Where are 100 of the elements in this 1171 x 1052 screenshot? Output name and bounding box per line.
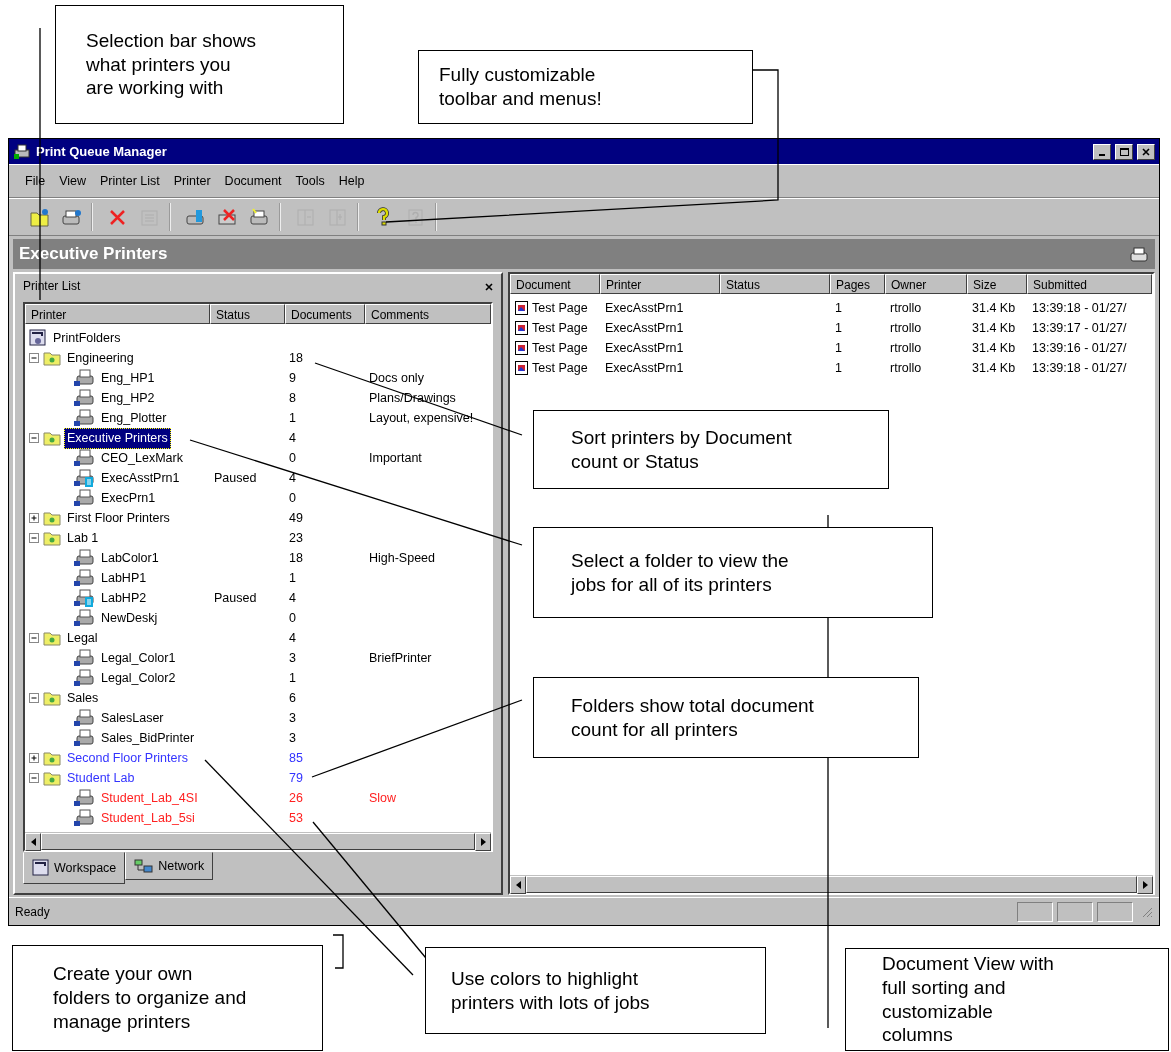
table-cell-text: Test Page [532, 299, 588, 317]
column-header[interactable]: Document [510, 274, 600, 294]
document-count: 85 [289, 751, 303, 765]
column-header[interactable]: Owner [885, 274, 967, 294]
collapse-icon[interactable] [29, 772, 40, 784]
delete-icon [107, 207, 127, 227]
column-header[interactable]: Pages [830, 274, 885, 294]
resize-grip-icon[interactable] [1141, 905, 1153, 918]
document-count: 53 [289, 811, 303, 825]
menu-item[interactable]: Tools [289, 169, 331, 193]
document-icon [515, 301, 528, 315]
callout: Select a folder to view the jobs for all of its printers [533, 527, 933, 618]
menu-item[interactable]: Help [332, 169, 371, 193]
tree-item[interactable]: Legal_Color1 [98, 648, 179, 669]
collapse-icon[interactable] [29, 352, 40, 364]
table-cell-text: 1 [835, 299, 842, 317]
comment-text: Docs only [369, 371, 424, 385]
tree-item[interactable]: LabColor1 [98, 548, 162, 569]
expand-icon[interactable] [29, 512, 40, 524]
tree-item[interactable]: Executive Printers [64, 428, 171, 449]
menu-item[interactable]: Document [218, 169, 288, 193]
scroll-right-button[interactable] [475, 833, 491, 851]
status-pane [1017, 901, 1053, 922]
tree-item[interactable]: Student_Lab_4SI [98, 788, 201, 809]
document-count: 1 [289, 571, 296, 585]
document-count: 26 [289, 791, 303, 805]
help-icon [405, 207, 425, 227]
menu-item[interactable]: Printer [167, 169, 217, 193]
minimize-icon [1099, 154, 1105, 156]
document-icon [515, 361, 528, 375]
collapse-icon[interactable] [29, 432, 40, 444]
tab[interactable]: Workspace [23, 852, 126, 884]
column-header[interactable]: Status [720, 274, 830, 294]
tree-item[interactable]: Sales_BidPrinter [98, 728, 198, 749]
column-header[interactable]: Comments [365, 304, 491, 324]
right-arrow-icon [480, 838, 486, 846]
minimize-button[interactable] [1093, 143, 1111, 160]
tree-item[interactable]: LabHP1 [98, 568, 150, 589]
tree-item[interactable]: First Floor Printers [64, 508, 173, 529]
scroll-left-button[interactable] [25, 833, 41, 851]
status-pane [1097, 901, 1133, 922]
window-title: Print Queue Manager [36, 142, 168, 161]
collapse-icon[interactable] [29, 692, 40, 704]
scroll-left-button[interactable] [510, 876, 526, 894]
column-header[interactable]: Documents [285, 304, 365, 324]
table-cell-text: ExecAsstPrn1 [605, 299, 684, 317]
document-count: 18 [289, 551, 303, 565]
tree-item[interactable]: SalesLaser [98, 708, 167, 729]
table-cell-text: 31.4 Kb [972, 339, 1016, 357]
callout: Sort printers by Document count or Status [533, 410, 889, 489]
menu-item[interactable]: Printer List [94, 169, 166, 193]
table-cell-text: 1 [835, 359, 842, 377]
tree-item[interactable]: Sales [64, 688, 102, 709]
collapse-icon[interactable] [29, 632, 40, 644]
table-cell-text: 13:39:18 - 01/27/ [1032, 299, 1127, 317]
tree-item[interactable]: Legal_Color2 [98, 668, 179, 689]
tree-item[interactable]: Legal [64, 628, 101, 649]
root-icon [29, 329, 47, 348]
column-header[interactable]: Size [967, 274, 1027, 294]
collapse-icon[interactable] [29, 532, 40, 544]
tree-item[interactable]: Lab 1 [64, 528, 102, 549]
folder-icon [43, 350, 61, 367]
callout: Document View with full sorting and customizable columns [845, 948, 1169, 1051]
tree-item[interactable]: CEO_LexMark [98, 448, 186, 469]
tree-item[interactable]: ExecPrn1 [98, 488, 159, 509]
tree-item[interactable]: Engineering [64, 348, 137, 369]
tree-item[interactable]: Student Lab [64, 768, 138, 789]
document-count: 4 [289, 591, 296, 605]
table-cell-text: Test Page [532, 339, 588, 357]
table-cell-text: rtrollo [890, 339, 922, 357]
table-cell-text: Test Page [532, 359, 588, 377]
tree-item[interactable]: NewDeskj [98, 608, 161, 629]
status-text: Paused [214, 471, 257, 485]
tree-item[interactable]: Second Floor Printers [64, 748, 191, 769]
close-button[interactable] [1137, 143, 1155, 160]
expand-icon[interactable] [29, 752, 40, 764]
menu-item[interactable]: View [53, 169, 93, 193]
tree-item[interactable]: Eng_HP2 [98, 388, 158, 409]
comment-text: High-Speed [369, 551, 435, 565]
tree-item[interactable]: LabHP2 [98, 588, 150, 609]
folder-icon [43, 630, 61, 647]
document-count: 49 [289, 511, 303, 525]
document-count: 8 [289, 391, 296, 405]
document-count: 4 [289, 631, 296, 645]
table-cell-text: rtrollo [890, 299, 922, 317]
tree-item[interactable]: PrintFolders [50, 328, 124, 349]
column-header[interactable]: Printer [25, 304, 210, 324]
tree-item[interactable]: Eng_Plotter [98, 408, 170, 429]
maximize-button[interactable] [1115, 143, 1133, 160]
folder-icon [43, 750, 61, 767]
tab[interactable]: Network [125, 852, 214, 880]
tree-item[interactable]: Eng_HP1 [98, 368, 158, 389]
tree-item[interactable]: ExecAsstPrn1 [98, 468, 183, 489]
column-header[interactable]: Status [210, 304, 285, 324]
column-header[interactable]: Submitted [1027, 274, 1152, 294]
column-header[interactable]: Printer [600, 274, 720, 294]
scroll-right-button[interactable] [1137, 876, 1153, 894]
folder-icon [29, 207, 49, 227]
comment-text: Slow [369, 791, 397, 805]
tree-item[interactable]: Student_Lab_5si [98, 808, 198, 829]
